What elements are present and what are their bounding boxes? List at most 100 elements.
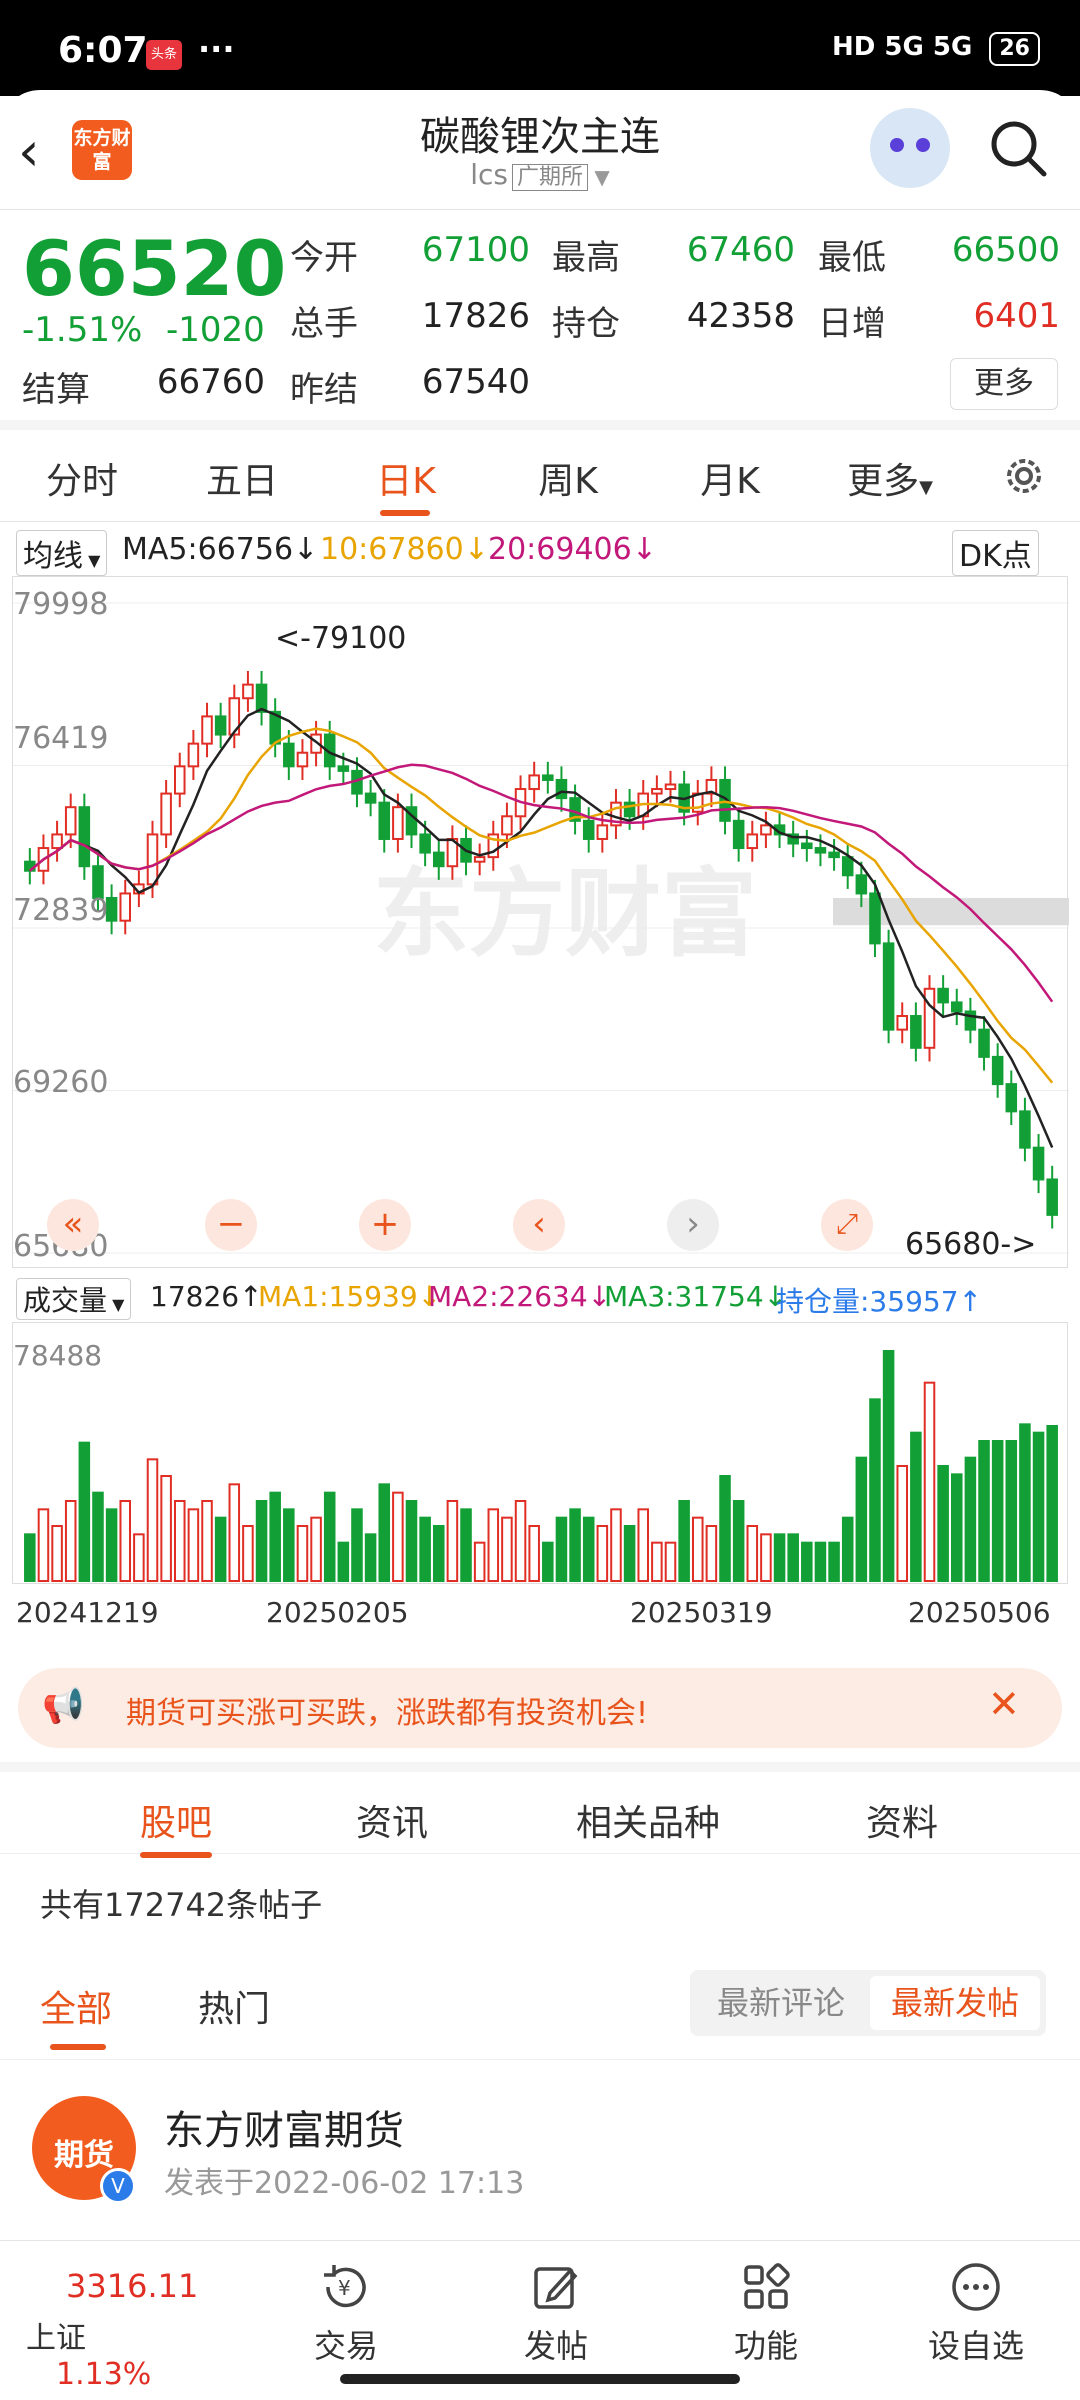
volume-bar — [610, 1508, 622, 1582]
close-icon[interactable]: ✕ — [988, 1682, 1020, 1726]
volume-svg — [24, 1350, 1058, 1583]
volume-legend-row: 成交量 ▼ 17826↑ MA1:15939↓ MA2:22634↓ MA3:3… — [0, 1272, 1080, 1322]
volume-bar — [732, 1500, 745, 1582]
y-tick: 76419 — [13, 721, 109, 756]
volume-bar — [187, 1508, 200, 1582]
volume-bar — [64, 1500, 77, 1582]
volume-bar — [705, 1525, 718, 1582]
volume-top-tick: 78488 — [13, 1339, 103, 1372]
candle — [296, 739, 309, 780]
volume-bar — [201, 1500, 213, 1582]
banner-text: 期货可买涨可买跌，涨跌都有投资机会! — [126, 1696, 649, 1731]
volume-bar — [828, 1541, 840, 1583]
sort-latest-post[interactable]: 最新发帖 — [870, 1976, 1040, 2030]
kline-chart[interactable]: 东方财富 79998 76419 72839 69260 65680 <-791… — [12, 576, 1069, 1268]
filter-all[interactable]: 全部 — [40, 1980, 112, 2032]
candle — [991, 1043, 1004, 1098]
next-icon[interactable]: › — [667, 1199, 719, 1251]
volume-selector[interactable]: 成交量 ▼ — [16, 1278, 132, 1320]
index-widget[interactable]: 3316.11 上证1.13% — [26, 2267, 206, 2392]
ma5-value: MA5:66756↓ — [122, 532, 319, 567]
volume-bar — [991, 1440, 1004, 1582]
status-icons: HD 5G 5G 26 — [832, 32, 1040, 66]
last-price: 66520 — [22, 224, 287, 313]
nav-watchlist[interactable]: 设自选 — [906, 2259, 1046, 2367]
filter-hot[interactable]: 热门 — [198, 1980, 270, 2032]
kline-svg: 东方财富 — [13, 602, 1069, 1254]
watermark: 东方财富 — [373, 861, 757, 968]
more-quote-button[interactable]: 更多 — [950, 358, 1058, 410]
volume-bar — [105, 1508, 118, 1582]
zoom-out-icon[interactable]: − — [205, 1199, 257, 1251]
candle — [242, 671, 254, 712]
nav-trade[interactable]: ¥ 交易 — [276, 2259, 416, 2367]
y-tick: 69260 — [13, 1065, 109, 1100]
nav-trade-label: 交易 — [313, 2327, 378, 2365]
battery-icon: 26 — [989, 32, 1040, 66]
volume-bar — [664, 1541, 677, 1583]
trade-icon: ¥ — [324, 2265, 366, 2308]
volume-bar — [746, 1525, 759, 1582]
tab-related[interactable]: 相关品种 — [548, 1794, 748, 1846]
quote-value: 67460 — [686, 230, 795, 270]
promo-banner[interactable]: 📢 期货可买涨可买跌，涨跌都有投资机会! ✕ — [18, 1668, 1062, 1748]
candle — [555, 766, 568, 812]
tab-five-day[interactable]: 五日 — [172, 452, 312, 504]
candle — [378, 789, 391, 853]
dk-point-button[interactable]: DK点 — [952, 530, 1039, 576]
search-icon[interactable] — [988, 118, 1048, 178]
ma-selector[interactable]: 均线 ▼ — [16, 530, 108, 576]
tab-weekly-k[interactable]: 周K — [498, 452, 638, 504]
settings-gear-icon[interactable] — [1000, 452, 1048, 500]
sort-latest-comment[interactable]: 最新评论 — [696, 1976, 866, 2030]
ma-selector-label: 均线 — [23, 539, 83, 574]
date-tick: 20250506 — [908, 1596, 1051, 1629]
candle — [610, 789, 622, 839]
volume-chart[interactable]: 78488 — [12, 1322, 1068, 1584]
candle — [187, 730, 200, 780]
fullscreen-icon[interactable]: ⤢ — [821, 1199, 873, 1251]
volume-bar — [24, 1533, 36, 1582]
tab-more[interactable]: 更多▼ — [830, 452, 950, 504]
volume-bar — [214, 1516, 227, 1583]
date-tick: 20250205 — [266, 1596, 409, 1629]
ai-assistant-icon[interactable] — [870, 108, 950, 188]
post-author[interactable]: 东方财富期货 — [164, 2098, 404, 2156]
tab-monthly-k[interactable]: 月K — [660, 452, 800, 504]
quote-label: 今开 — [290, 238, 358, 278]
more-notifications-icon: ··· — [198, 30, 235, 68]
quote-label: 日增 — [818, 304, 886, 344]
tab-forum[interactable]: 股吧 — [76, 1794, 276, 1846]
tab-info[interactable]: 资料 — [802, 1794, 1002, 1846]
nav-post[interactable]: 发帖 — [486, 2259, 626, 2367]
candle — [882, 929, 895, 1044]
tab-minute[interactable]: 分时 — [12, 452, 152, 504]
prev-icon[interactable]: ‹ — [513, 1199, 565, 1251]
ma10-value: 10:67860↓ — [320, 532, 489, 567]
grid-icon — [744, 2263, 790, 2309]
y-tick: 72839 — [13, 893, 109, 928]
exchange-badge: 广期所 — [512, 164, 589, 191]
nav-function-label: 功能 — [733, 2327, 798, 2365]
quote-value: 6401 — [973, 296, 1060, 336]
volume-bar — [910, 1431, 922, 1582]
news-app-icon: 头条 — [146, 40, 182, 70]
volume-bar — [896, 1465, 909, 1582]
volume-bar — [1032, 1431, 1045, 1582]
date-tick: 20250319 — [630, 1596, 773, 1629]
candle — [214, 702, 227, 749]
candle — [78, 793, 91, 880]
post-time: 发表于2022-06-02 17:13 — [164, 2166, 525, 2201]
home-indicator[interactable] — [340, 2374, 740, 2384]
tab-daily-k[interactable]: 日K — [336, 452, 476, 504]
tab-news[interactable]: 资讯 — [292, 1794, 492, 1846]
nav-function[interactable]: 功能 — [696, 2259, 836, 2367]
post-item[interactable]: 期货 V 东方财富期货 发表于2022-06-02 17:13 — [0, 2070, 1080, 2230]
quote-label: 最低 — [818, 238, 886, 278]
date-tick: 20241219 — [16, 1596, 159, 1629]
zoom-in-icon[interactable]: + — [359, 1199, 411, 1251]
rewind-icon[interactable]: « — [47, 1199, 99, 1251]
volume-bar — [310, 1516, 322, 1583]
volume-bar — [719, 1475, 731, 1582]
volume-bar — [487, 1508, 500, 1582]
